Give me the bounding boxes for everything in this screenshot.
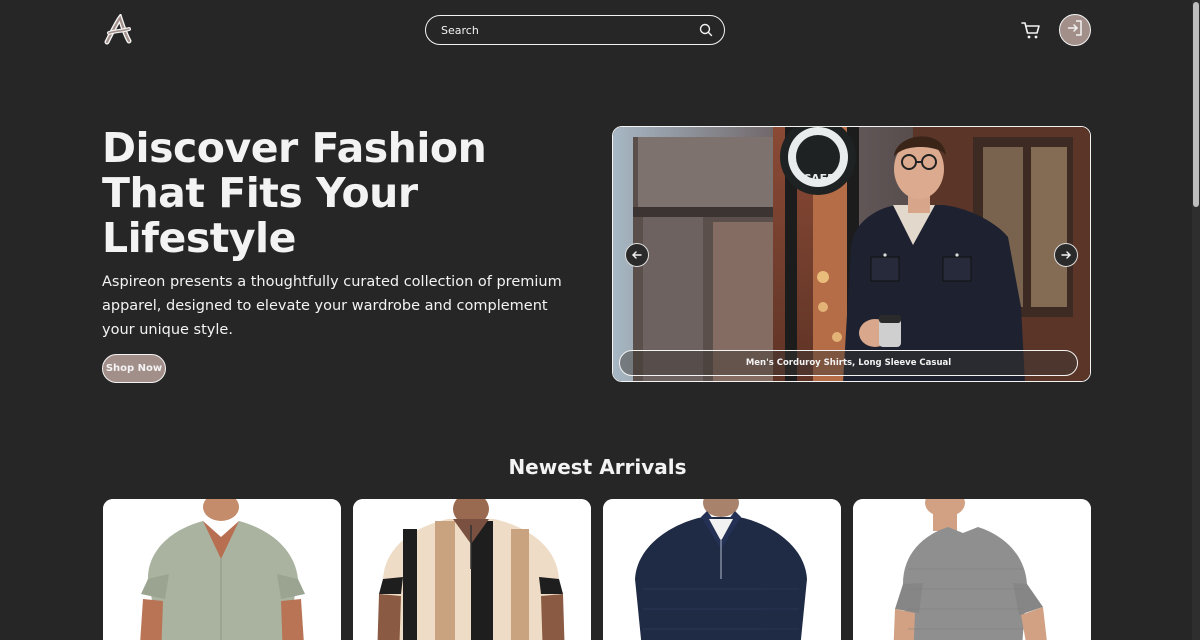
cafe-sign-text: CAFE	[803, 172, 835, 185]
search-input[interactable]	[441, 23, 698, 37]
product-card[interactable]	[103, 499, 341, 640]
shop-now-button[interactable]: Shop Now	[102, 354, 166, 383]
product-card[interactable]	[603, 499, 841, 640]
search-bar[interactable]	[425, 15, 725, 45]
product-card[interactable]	[353, 499, 591, 640]
login-icon	[1066, 19, 1084, 41]
product-image	[853, 499, 1091, 640]
arrow-left-icon	[631, 246, 643, 265]
product-image	[603, 499, 841, 640]
product-image	[103, 499, 341, 640]
search-icon[interactable]	[698, 22, 714, 38]
hero-title: Discover Fashion That Fits Your Lifestyl…	[102, 124, 487, 262]
hero-carousel: CAFE Men's Corduroy Shirts, Long Sleeve …	[612, 126, 1091, 382]
carousel-image: CAFE	[613, 127, 1090, 381]
scrollbar-thumb[interactable]	[1193, 2, 1199, 207]
arrow-right-icon	[1060, 246, 1072, 265]
logo-icon[interactable]	[103, 12, 133, 46]
carousel-caption[interactable]: Men's Corduroy Shirts, Long Sleeve Casua…	[619, 350, 1078, 376]
cart-icon[interactable]	[1020, 19, 1042, 41]
carousel-prev-button[interactable]	[625, 243, 649, 267]
carousel-next-button[interactable]	[1054, 243, 1078, 267]
site-header	[0, 0, 1200, 60]
section-title-newest-arrivals: Newest Arrivals	[508, 455, 687, 479]
product-card[interactable]	[853, 499, 1091, 640]
product-image	[353, 499, 591, 640]
hero-description: Aspireon presents a thoughtfully curated…	[102, 274, 562, 338]
page-scrollbar[interactable]	[1192, 0, 1200, 640]
login-button[interactable]	[1059, 14, 1091, 46]
